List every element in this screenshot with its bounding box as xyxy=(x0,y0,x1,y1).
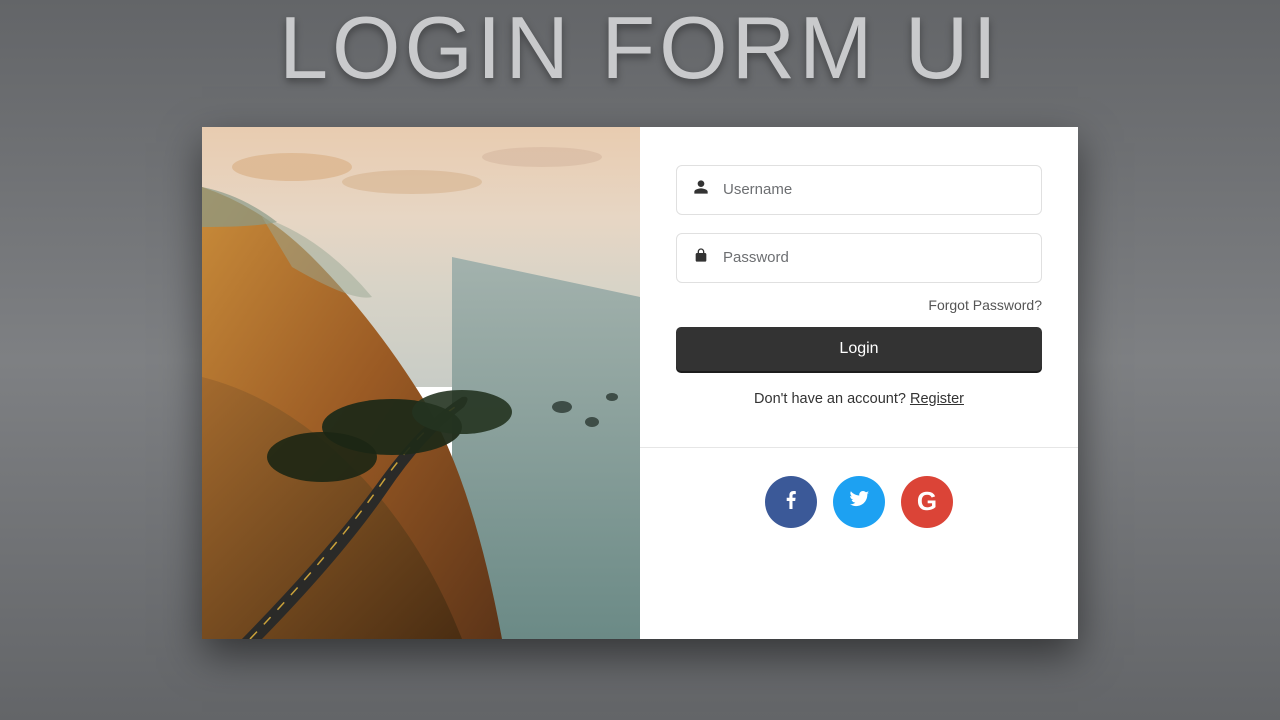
forgot-row: Forgot Password? xyxy=(676,297,1042,315)
register-prompt: Don't have an account? xyxy=(754,391,910,407)
password-field[interactable] xyxy=(676,233,1042,283)
username-field[interactable] xyxy=(676,165,1042,215)
register-link[interactable]: Register xyxy=(910,391,964,407)
google-button[interactable]: G xyxy=(901,476,953,528)
user-icon xyxy=(693,179,709,200)
forgot-password-link[interactable]: Forgot Password? xyxy=(928,297,1042,313)
page-title: LOGIN FORM UI xyxy=(279,0,1001,97)
social-row: G xyxy=(676,448,1042,558)
hero-image xyxy=(202,127,640,639)
username-input[interactable] xyxy=(723,181,1025,198)
login-form: Forgot Password? Login Don't have an acc… xyxy=(640,127,1078,639)
lock-icon xyxy=(693,247,709,268)
password-input[interactable] xyxy=(723,249,1025,266)
google-icon: G xyxy=(917,486,937,517)
facebook-button[interactable] xyxy=(765,476,817,528)
twitter-icon xyxy=(847,487,871,516)
twitter-button[interactable] xyxy=(833,476,885,528)
register-row: Don't have an account? Register xyxy=(676,391,1042,407)
login-card: Forgot Password? Login Don't have an acc… xyxy=(202,127,1078,639)
facebook-icon xyxy=(779,487,803,516)
login-button[interactable]: Login xyxy=(676,327,1042,371)
